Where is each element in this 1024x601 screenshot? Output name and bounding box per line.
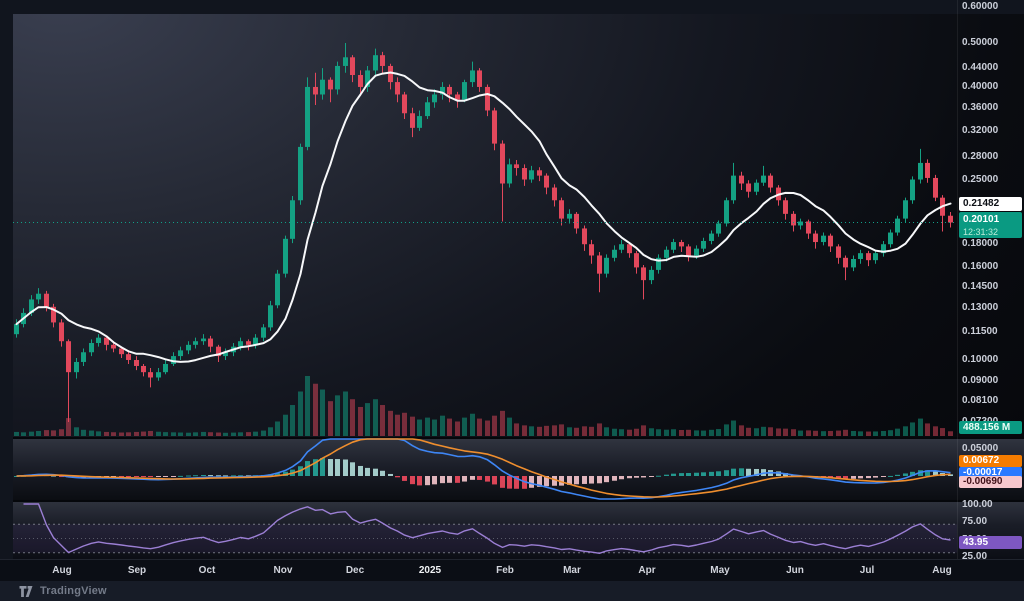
bar-countdown: 12:31:32 (963, 226, 1022, 239)
axis-tick-label: 0.05000 (962, 443, 998, 454)
axis-tick-label: 0.25000 (962, 174, 998, 185)
ma-axis-label: 0.21482 (959, 197, 1022, 211)
axis-tick-label: 0.18000 (962, 238, 998, 249)
last-price-axis-label: 0.20101 12:31:32 (959, 212, 1022, 238)
axis-tick-label: 0.32000 (962, 125, 998, 136)
time-tick-year: 2025 (419, 565, 441, 576)
time-tick-month: Jul (860, 565, 874, 576)
footer-bar: TradingView (0, 581, 1024, 601)
axis-tick-label: 0.11500 (962, 326, 998, 337)
time-tick-month: May (710, 565, 729, 576)
candles-layer (14, 43, 953, 422)
axis-tick-label: 75.00 (962, 516, 987, 527)
axis-tick-label: 0.14500 (962, 281, 998, 292)
chart-window: 0.60000 0.50000 0.44000 0.40000 0.36000 0.320… (0, 0, 1024, 601)
time-tick-month: Nov (274, 565, 293, 576)
tradingview-brand-text[interactable]: TradingView (40, 585, 107, 597)
axis-tick-label: 0.44000 (962, 62, 998, 73)
axis-tick-label: 0.40000 (962, 81, 998, 92)
time-axis[interactable]: Aug Sep Oct Nov Dec 2025 Feb Mar Apr May Jun Jul Aug (0, 559, 1024, 582)
axis-tick-label: 0.16000 (962, 261, 998, 272)
time-tick-month: Mar (563, 565, 581, 576)
time-tick-month: Aug (52, 565, 71, 576)
time-tick-month: Feb (496, 565, 514, 576)
axis-tick-label: 0.36000 (962, 102, 998, 113)
macd-signal-axis-label: 0.00672 (959, 455, 1022, 467)
macd-lines-layer (17, 439, 951, 499)
ma-line-layer (17, 73, 951, 362)
time-tick-month: Aug (932, 565, 951, 576)
macd-histogram-axis-label: -0.00690 (959, 476, 1022, 488)
axis-tick-label: 0.50000 (962, 37, 998, 48)
axis-tick-label: 0.60000 (962, 1, 998, 12)
time-tick-month: Dec (346, 565, 364, 576)
axis-tick-label: 100.00 (962, 499, 993, 510)
time-tick-month: Sep (128, 565, 146, 576)
chart-canvas[interactable] (0, 0, 1024, 601)
macd-histogram-layer (14, 458, 953, 489)
rsi-axis-label: 43.95 (959, 536, 1022, 549)
axis-tick-label: 0.28000 (962, 151, 998, 162)
axis-tick-label: 0.08100 (962, 395, 998, 406)
time-tick-month: Oct (199, 565, 216, 576)
axis-tick-label: 0.09000 (962, 375, 998, 386)
rsi-layer (13, 504, 957, 553)
volume-bars-layer (14, 376, 953, 436)
time-tick-month: Jun (786, 565, 804, 576)
volume-axis-label: 488.156 M (959, 421, 1022, 434)
time-tick-month: Apr (638, 565, 655, 576)
axis-tick-label: 0.13000 (962, 302, 998, 313)
tradingview-logo-icon[interactable] (19, 585, 34, 598)
last-price-value: 0.20101 (963, 213, 1022, 226)
axis-tick-label: 0.10000 (962, 354, 998, 365)
